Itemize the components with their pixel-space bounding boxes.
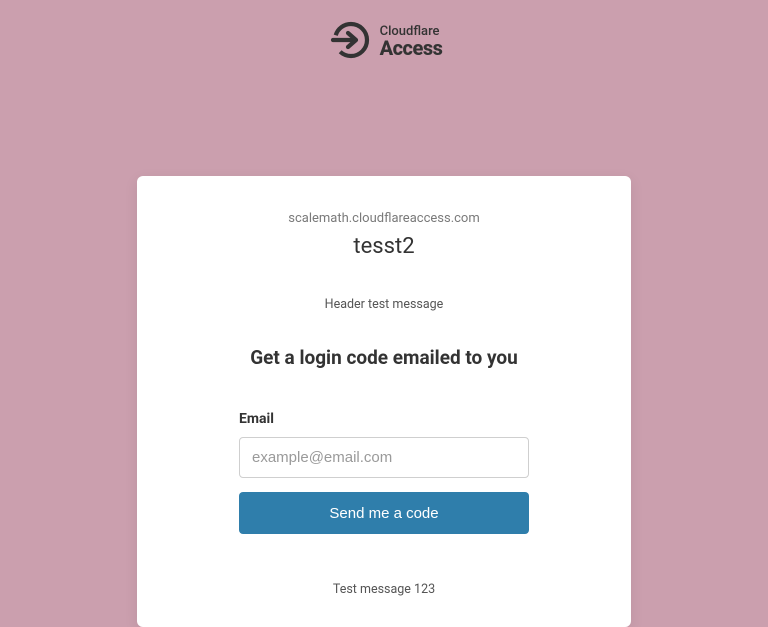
- email-label: Email: [239, 411, 529, 427]
- email-field[interactable]: [239, 437, 529, 478]
- login-card: scalemath.cloudflareaccess.com tesst2 He…: [137, 176, 631, 627]
- app-title: tesst2: [182, 234, 586, 259]
- access-arrow-icon: [326, 18, 370, 66]
- header-logo-area: Cloudflare Access: [0, 0, 768, 76]
- logo-text-bottom: Access: [380, 38, 443, 59]
- email-form: Email Send me a code: [239, 411, 529, 534]
- cloudflare-access-logo: Cloudflare Access: [326, 18, 443, 66]
- logo-text: Cloudflare Access: [380, 25, 443, 60]
- send-code-button[interactable]: Send me a code: [239, 492, 529, 534]
- footer-message: Test message 123: [182, 582, 586, 597]
- access-domain: scalemath.cloudflareaccess.com: [182, 211, 586, 226]
- login-headline: Get a login code emailed to you: [182, 346, 586, 369]
- header-message: Header test message: [182, 297, 586, 312]
